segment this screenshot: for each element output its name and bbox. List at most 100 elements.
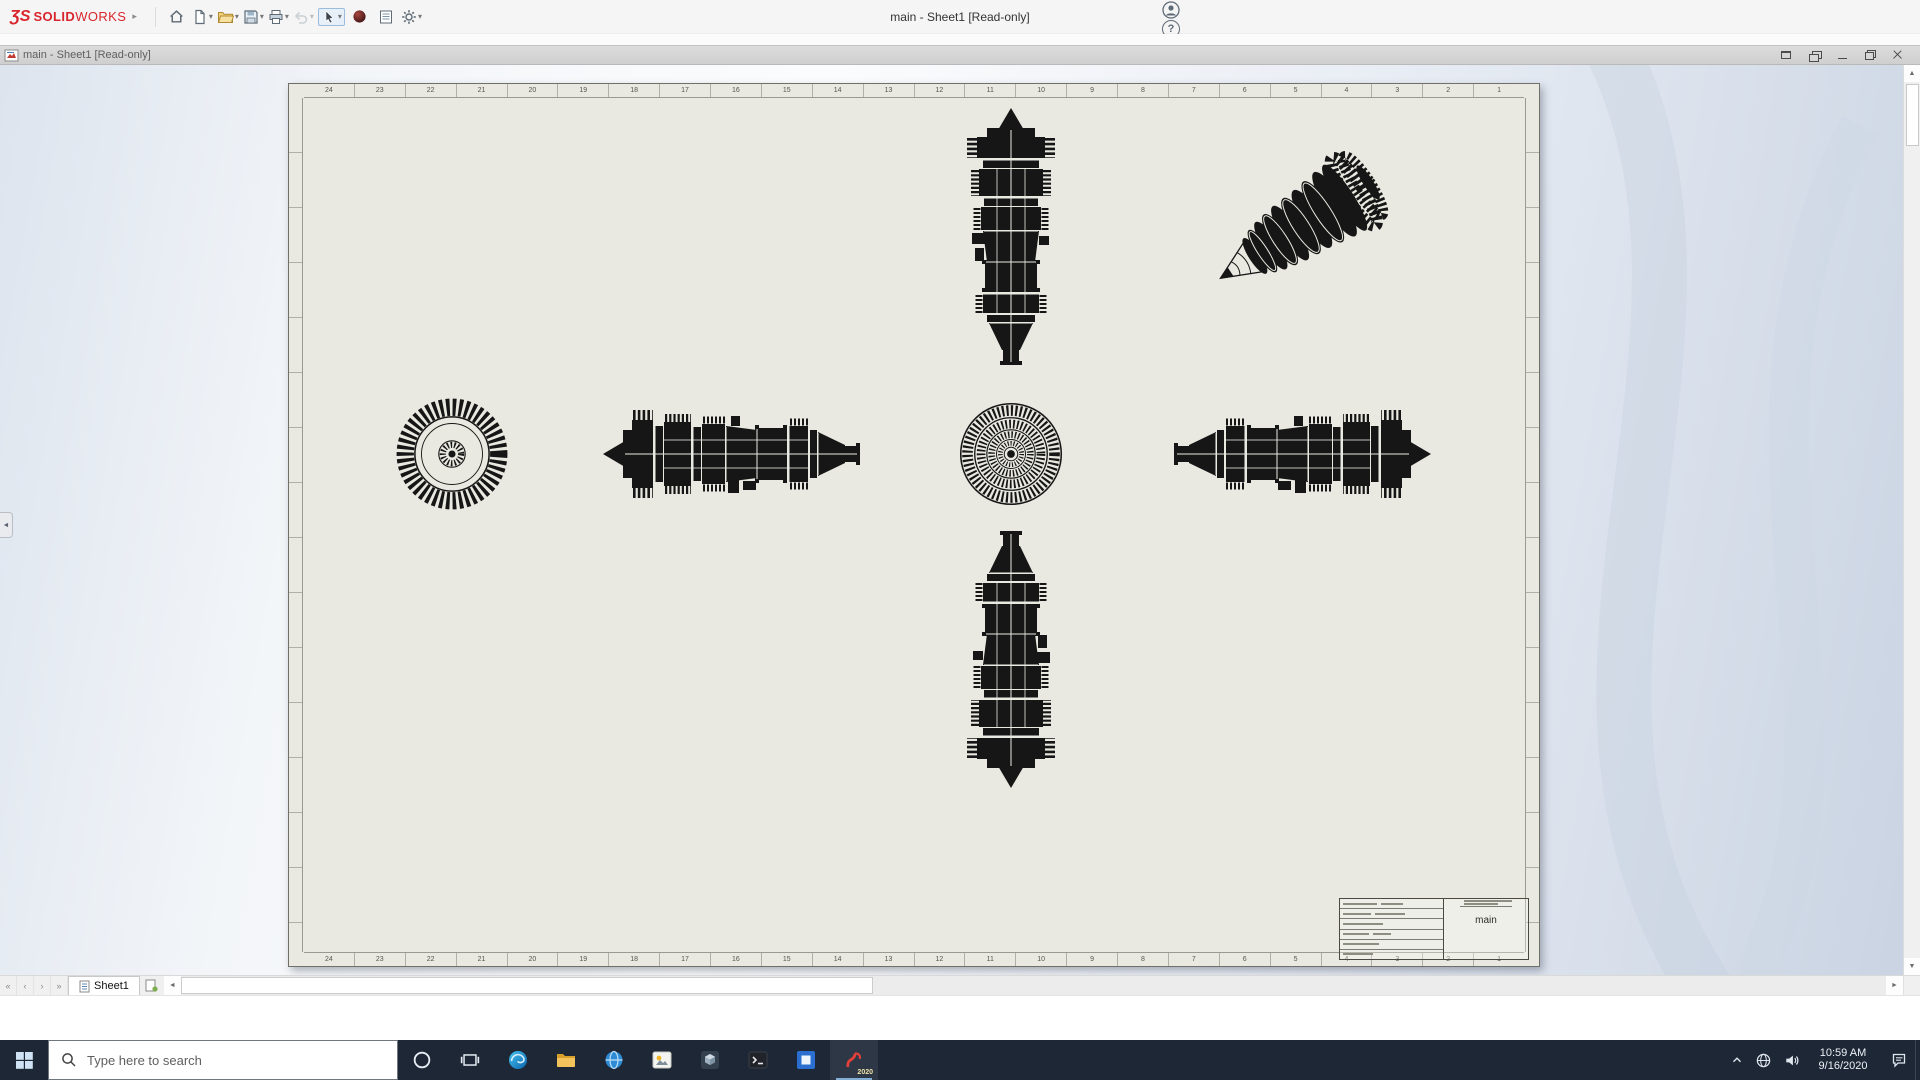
- horizontal-scroll-thumb[interactable]: [181, 977, 873, 994]
- open-button[interactable]: ▾: [217, 9, 239, 25]
- collapse-pane-arrow[interactable]: ◄: [0, 512, 13, 538]
- child-window-button-2[interactable]: [1804, 48, 1824, 63]
- save-button[interactable]: ▾: [243, 9, 264, 25]
- home-button[interactable]: [164, 4, 190, 30]
- vertical-scroll-thumb[interactable]: [1906, 84, 1919, 146]
- drawing-view-axial-center[interactable]: [953, 396, 1069, 512]
- clock-time: 10:59 AM: [1805, 1047, 1881, 1060]
- start-button[interactable]: [0, 1040, 48, 1080]
- vertical-scrollbar[interactable]: ▲ ▼: [1903, 65, 1920, 975]
- zone-number: 5: [1270, 953, 1321, 966]
- zone-number: 10: [1015, 84, 1066, 97]
- zone-number: 11: [964, 953, 1015, 966]
- network-button[interactable]: [1749, 1040, 1777, 1080]
- zone-number: 6: [1219, 953, 1270, 966]
- first-sheet-button[interactable]: «: [0, 976, 17, 995]
- tab-sheet1[interactable]: Sheet1: [68, 976, 140, 995]
- drawing-view-isometric[interactable]: [1201, 138, 1415, 305]
- zone-number: 15: [761, 953, 812, 966]
- zone-number: 19: [557, 84, 608, 97]
- zone-number: 14: [812, 84, 863, 97]
- drawing-view-bottom[interactable]: [953, 527, 1069, 791]
- zone-number: 12: [914, 953, 965, 966]
- zone-number: 23: [354, 953, 405, 966]
- tray-overflow-button[interactable]: [1725, 1040, 1749, 1080]
- drawing-view-top[interactable]: [953, 105, 1069, 369]
- volume-button[interactable]: [1777, 1040, 1805, 1080]
- zone-number: 19: [557, 953, 608, 966]
- blue-app-button[interactable]: [782, 1040, 830, 1080]
- drawing-view-left-fan[interactable]: [391, 393, 513, 515]
- zone-number: 21: [456, 84, 507, 97]
- dropdown-caret-icon[interactable]: ▾: [209, 12, 213, 21]
- search-input[interactable]: [87, 1053, 357, 1068]
- taskbar-search[interactable]: [48, 1040, 398, 1080]
- edge-button[interactable]: [494, 1040, 542, 1080]
- dropdown-caret-icon[interactable]: ▾: [418, 12, 422, 21]
- scroll-right-button[interactable]: ►: [1886, 976, 1903, 995]
- options-button[interactable]: ▾: [401, 9, 422, 25]
- minimize-icon: [1838, 58, 1847, 59]
- dropdown-caret-icon[interactable]: ▾: [260, 12, 264, 21]
- zone-number: 5: [1270, 84, 1321, 97]
- taskbar-clock[interactable]: 10:59 AM 9/16/2020: [1805, 1047, 1883, 1073]
- undo-button[interactable]: ▾: [293, 9, 314, 25]
- print-button[interactable]: ▾: [268, 9, 289, 25]
- dropdown-caret-icon[interactable]: ▾: [338, 12, 342, 21]
- menu-flyout-arrow-icon[interactable]: ▸: [132, 11, 137, 22]
- document-titlebar: main - Sheet1 [Read-only]: [0, 45, 1920, 65]
- scroll-up-button[interactable]: ▲: [1904, 65, 1920, 82]
- previous-sheet-button[interactable]: ‹: [17, 976, 34, 995]
- child-minimize-button[interactable]: [1832, 48, 1852, 63]
- toolbar-separator: [155, 7, 156, 27]
- select-tool-button[interactable]: ▾: [318, 8, 345, 26]
- zone-number: 2: [1422, 84, 1473, 97]
- solidworks-logo[interactable]: ƷS SOLIDWORKS: [10, 8, 126, 26]
- next-sheet-button[interactable]: ›: [34, 976, 51, 995]
- horizontal-scrollbar[interactable]: ◄ ►: [164, 976, 1903, 995]
- show-desktop-button[interactable]: [1915, 1040, 1920, 1080]
- zone-number: 9: [1066, 953, 1117, 966]
- new-document-button[interactable]: ▾: [192, 9, 213, 25]
- scroll-left-button[interactable]: ◄: [164, 976, 181, 995]
- horizontal-scroll-track[interactable]: [181, 976, 1886, 995]
- zone-number: 23: [354, 84, 405, 97]
- zone-number: 6: [1219, 84, 1270, 97]
- drawing-file-icon: [4, 49, 19, 62]
- cortana-button[interactable]: [398, 1040, 446, 1080]
- photos-button[interactable]: [638, 1040, 686, 1080]
- drawing-view-right[interactable]: [1170, 396, 1434, 512]
- account-button[interactable]: [1160, 0, 1182, 20]
- task-view-button[interactable]: [446, 1040, 494, 1080]
- last-sheet-button[interactable]: »: [51, 976, 68, 995]
- child-window-button-1[interactable]: [1776, 48, 1796, 63]
- dropdown-caret-icon[interactable]: ▾: [285, 12, 289, 21]
- window-box-icon: [1781, 51, 1791, 59]
- cube-app-button[interactable]: [686, 1040, 734, 1080]
- zone-number: 20: [507, 84, 558, 97]
- sphere-button[interactable]: [347, 4, 373, 30]
- zone-number: 16: [710, 953, 761, 966]
- graphics-area[interactable]: 242322212019181716151413121110987654321 …: [0, 65, 1920, 975]
- command-prompt-button[interactable]: [734, 1040, 782, 1080]
- solidworks-taskbar-button[interactable]: 2020: [830, 1040, 878, 1080]
- action-center-button[interactable]: [1883, 1040, 1915, 1080]
- zone-number: 14: [812, 953, 863, 966]
- dropdown-caret-icon[interactable]: ▾: [310, 12, 314, 21]
- drawing-view-front[interactable]: [600, 396, 864, 512]
- scroll-down-button[interactable]: ▼: [1904, 958, 1920, 975]
- child-close-button[interactable]: [1888, 48, 1908, 63]
- system-tray: 10:59 AM 9/16/2020: [1725, 1040, 1920, 1080]
- browser-globe-button[interactable]: [590, 1040, 638, 1080]
- file-properties-button[interactable]: [373, 4, 399, 30]
- action-center-icon: [1890, 1051, 1908, 1069]
- dropdown-caret-icon[interactable]: ▾: [235, 12, 239, 21]
- child-restore-button[interactable]: [1860, 48, 1880, 63]
- add-sheet-button[interactable]: [140, 976, 164, 995]
- zone-number: 8: [1117, 84, 1168, 97]
- file-explorer-button[interactable]: [542, 1040, 590, 1080]
- save-floppy-icon: [243, 9, 259, 25]
- zone-number: 1: [1473, 84, 1524, 97]
- drawing-sheet[interactable]: 242322212019181716151413121110987654321 …: [288, 83, 1540, 967]
- status-bar: [0, 995, 1920, 1040]
